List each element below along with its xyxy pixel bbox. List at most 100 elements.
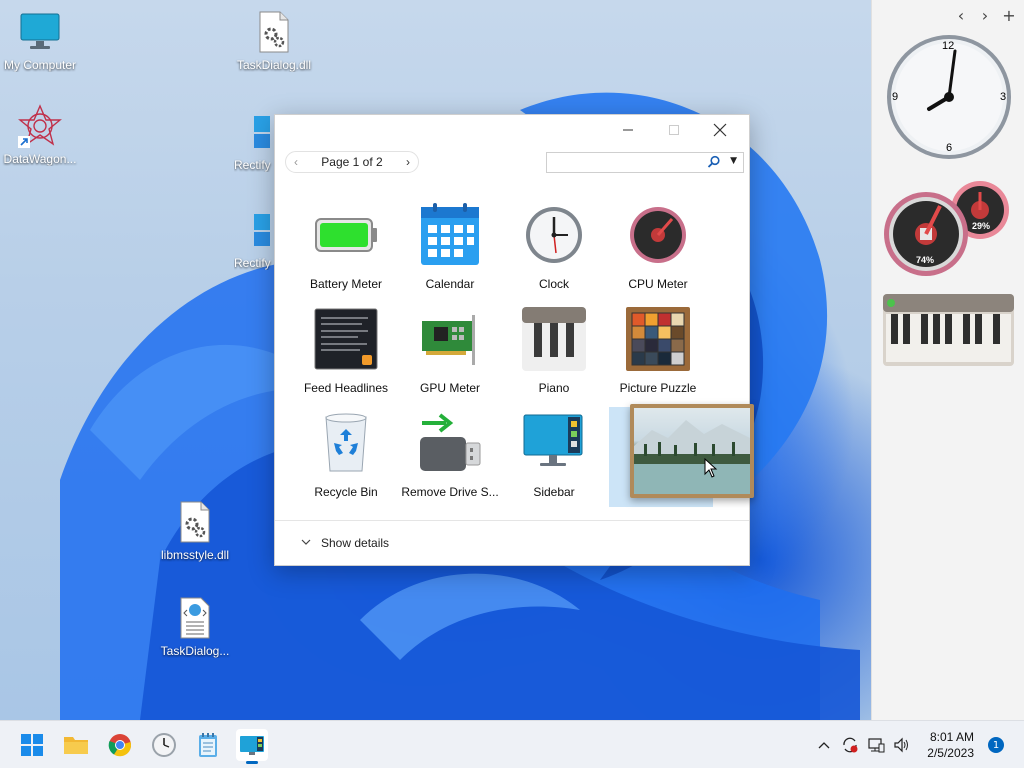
gadget-name: Battery Meter xyxy=(309,277,383,291)
desktop-icon-label: DataWagon... xyxy=(3,152,77,166)
dialog-titlebar[interactable] xyxy=(275,115,749,145)
gadget-tile-piano[interactable]: Piano xyxy=(502,305,606,405)
taskbar-date: 2/5/2023 xyxy=(927,746,974,760)
clock-numeral-12: 12 xyxy=(942,40,955,52)
battery-icon xyxy=(312,201,380,269)
gadget-search-box: ▼ xyxy=(546,152,744,173)
chevron-down-icon xyxy=(301,538,311,549)
sidebar-prev-button[interactable]: ‹ xyxy=(954,6,968,25)
gadget-tile-gpu-meter[interactable]: GPU Meter xyxy=(398,305,502,405)
feed-icon xyxy=(312,305,380,373)
gadget-tile-recycle-bin[interactable]: Recycle Bin xyxy=(294,409,398,509)
minimize-icon xyxy=(623,129,633,131)
maximize-button[interactable] xyxy=(651,115,697,145)
desktop-icon-taskdialog-dll[interactable]: TaskDialog.dll xyxy=(234,10,314,72)
slideshow-icon xyxy=(634,420,750,494)
network-icon[interactable] xyxy=(865,734,887,756)
desktop-icon-label: Rectify xyxy=(234,158,271,172)
desktop-icon-my-computer[interactable]: My Computer xyxy=(0,10,80,72)
gadget-sidebar: ‹ › + 12 3 6 9 74% 29% xyxy=(871,0,1024,720)
cpu-usage-value: 74% xyxy=(916,255,935,265)
gadget-tile-cpu-meter[interactable]: CPU Meter xyxy=(606,201,710,301)
taskbar: 8:01 AM 2/5/2023 1 xyxy=(0,720,1024,768)
desktop-icon-label: My Computer xyxy=(3,58,77,72)
taskbar-gadgets[interactable] xyxy=(236,729,268,764)
taskbar-clock[interactable]: 8:01 AM 2/5/2023 xyxy=(927,729,974,761)
desktop-icon-label: TaskDialog... xyxy=(160,644,230,658)
gadget-tile-battery-meter[interactable]: Battery Meter xyxy=(294,201,398,301)
mouse-cursor-icon xyxy=(704,457,718,481)
show-details-label: Show details xyxy=(321,536,390,550)
sidebar-next-button[interactable]: › xyxy=(978,6,992,25)
monitor-icon xyxy=(18,10,62,54)
show-hidden-icons-chevron-up-icon[interactable] xyxy=(813,734,835,756)
desktop-icon-taskdialog-html[interactable]: TaskDialog... xyxy=(155,596,235,658)
piano-keys-icon xyxy=(883,294,1014,366)
clock-numeral-9: 9 xyxy=(892,91,899,103)
next-page-button[interactable]: › xyxy=(406,155,410,169)
desktop-icon-rectify-1[interactable]: Rectify xyxy=(234,110,274,172)
gadget-name: Piano xyxy=(538,381,570,395)
gadget-name: Feed Headlines xyxy=(303,381,389,395)
sidebar-nav: ‹ › + xyxy=(954,6,1016,25)
sidebar-add-gadget-button[interactable]: + xyxy=(1002,6,1016,25)
sidebar-monitor-icon xyxy=(520,409,588,477)
close-button[interactable] xyxy=(697,115,743,145)
search-dropdown-chevron-down-icon[interactable]: ▼ xyxy=(730,156,737,166)
rectify-icon xyxy=(252,208,274,252)
sync-status-icon[interactable] xyxy=(839,734,861,756)
show-details-toggle[interactable]: Show details xyxy=(275,520,749,565)
notification-badge[interactable]: 1 xyxy=(988,737,1004,753)
system-tray: 8:01 AM 2/5/2023 1 xyxy=(813,721,1024,768)
gadget-tile-calendar[interactable]: Calendar xyxy=(398,201,502,301)
puzzle-icon xyxy=(624,305,692,373)
gadget-tile-clock[interactable]: Clock xyxy=(502,201,606,301)
start-button[interactable] xyxy=(16,729,48,761)
cpu-meter-icon xyxy=(624,201,692,269)
usb-drive-icon xyxy=(416,409,484,477)
recycle-bin-icon xyxy=(312,409,380,477)
piano-gadget[interactable] xyxy=(883,294,1014,366)
gadget-name: Picture Puzzle xyxy=(619,381,697,395)
desktop-icon-datawagon[interactable]: DataWagon... xyxy=(0,104,80,166)
gadget-name: Recycle Bin xyxy=(314,485,378,499)
gadget-tile-remove-drive-safely[interactable]: Remove Drive S... xyxy=(398,409,502,509)
volume-icon[interactable] xyxy=(891,734,913,756)
dll-file-icon xyxy=(252,10,296,54)
gadgets-dialog: ‹ Page 1 of 2 › ▼ Battery Meter Calendar xyxy=(274,114,750,566)
desktop-icon-label: TaskDialog.dll xyxy=(236,58,312,72)
maximize-icon xyxy=(669,125,679,135)
close-icon xyxy=(713,123,727,137)
page-navigator: ‹ Page 1 of 2 › xyxy=(285,151,419,173)
gadget-tile-sidebar[interactable]: Sidebar xyxy=(502,409,606,509)
prev-page-button[interactable]: ‹ xyxy=(294,155,298,169)
gadget-name: Clock xyxy=(538,277,569,291)
gadget-search-input[interactable] xyxy=(551,153,701,172)
notepad-icon xyxy=(199,733,217,757)
clock-gadget[interactable]: 12 3 6 9 xyxy=(884,32,1014,162)
memory-usage-value: 29% xyxy=(972,221,991,231)
gpu-card-icon xyxy=(416,305,484,373)
datawagon-icon xyxy=(18,104,62,148)
search-icon[interactable] xyxy=(707,155,721,172)
desktop-icon-rectify-2[interactable]: Rectify xyxy=(234,208,274,270)
page-indicator: Page 1 of 2 xyxy=(321,155,383,169)
gadget-name: Remove Drive S... xyxy=(401,485,499,499)
gadget-tile-feed-headlines[interactable]: Feed Headlines xyxy=(294,305,398,405)
clock-icon xyxy=(520,201,588,269)
slideshow-drag-preview[interactable] xyxy=(630,404,754,498)
desktop-icon-libmsstyle-dll[interactable]: libmsstyle.dll xyxy=(155,500,235,562)
gadget-name: Calendar xyxy=(425,277,475,291)
gadget-name: Sidebar xyxy=(533,485,575,499)
minimize-button[interactable] xyxy=(605,115,651,145)
gadget-name: CPU Meter xyxy=(628,277,688,291)
taskbar-notepad[interactable] xyxy=(192,729,224,761)
desktop-icon-label: Rectify xyxy=(234,256,271,270)
gadget-tile-picture-puzzle[interactable]: Picture Puzzle xyxy=(606,305,710,405)
calendar-icon xyxy=(416,201,484,269)
taskbar-clock-app[interactable] xyxy=(148,729,180,761)
taskbar-file-explorer[interactable] xyxy=(60,729,92,761)
cpu-meter-gadget[interactable]: 74% 29% xyxy=(884,180,1014,276)
taskbar-chrome[interactable] xyxy=(104,729,136,761)
desktop-icon-label: libmsstyle.dll xyxy=(160,548,229,562)
